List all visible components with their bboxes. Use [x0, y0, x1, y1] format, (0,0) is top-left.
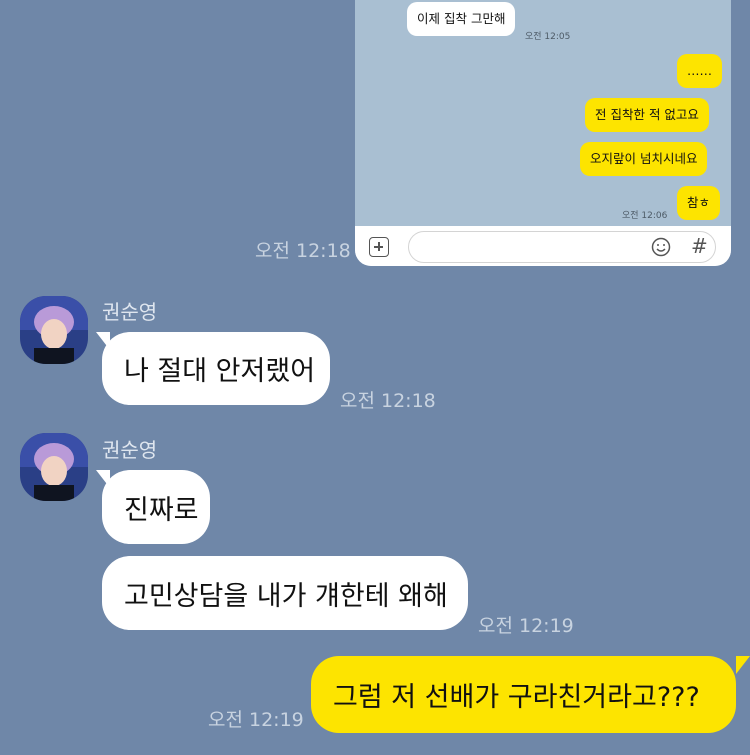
profile-avatar[interactable]: [20, 433, 88, 501]
plus-icon[interactable]: [369, 237, 389, 257]
message-time: 오전 12:18: [340, 390, 436, 412]
sender-name: 권순영: [102, 438, 158, 462]
inner-message-1: 이제 집착 그만해: [407, 2, 516, 36]
emoji-icon[interactable]: [651, 237, 671, 257]
shared-screenshot-time: 오전 12:18: [255, 240, 351, 262]
my-message-time: 오전 12:19: [208, 709, 304, 731]
bubble-tail: [736, 656, 750, 674]
message-bubble[interactable]: 고민상담을 내가 걔한테 왜해: [102, 556, 468, 630]
inner-message-5: 참ㅎ: [677, 186, 721, 220]
message-time: 오전 12:19: [478, 615, 574, 637]
inner-message-2: ……: [677, 54, 722, 88]
inner-time-2: 오전 12:06: [622, 211, 668, 221]
message-bubble[interactable]: 나 절대 안저랬어: [102, 332, 330, 405]
my-message-bubble[interactable]: 그럼 저 선배가 구라친거라고???: [311, 656, 736, 733]
profile-avatar[interactable]: [20, 296, 88, 364]
shared-screenshot[interactable]: 이제 집착 그만해 오전 12:05 …… 전 집착한 적 없고요 오지랖이 넘…: [355, 0, 731, 266]
inner-message-3: 전 집착한 적 없고요: [585, 98, 709, 132]
sender-name: 권순영: [102, 300, 158, 324]
inner-time-1: 오전 12:05: [525, 32, 571, 42]
hash-icon[interactable]: #: [691, 234, 708, 258]
inner-message-4: 오지랖이 넘치시네요: [580, 142, 708, 176]
message-bubble[interactable]: 진짜로: [102, 470, 210, 544]
